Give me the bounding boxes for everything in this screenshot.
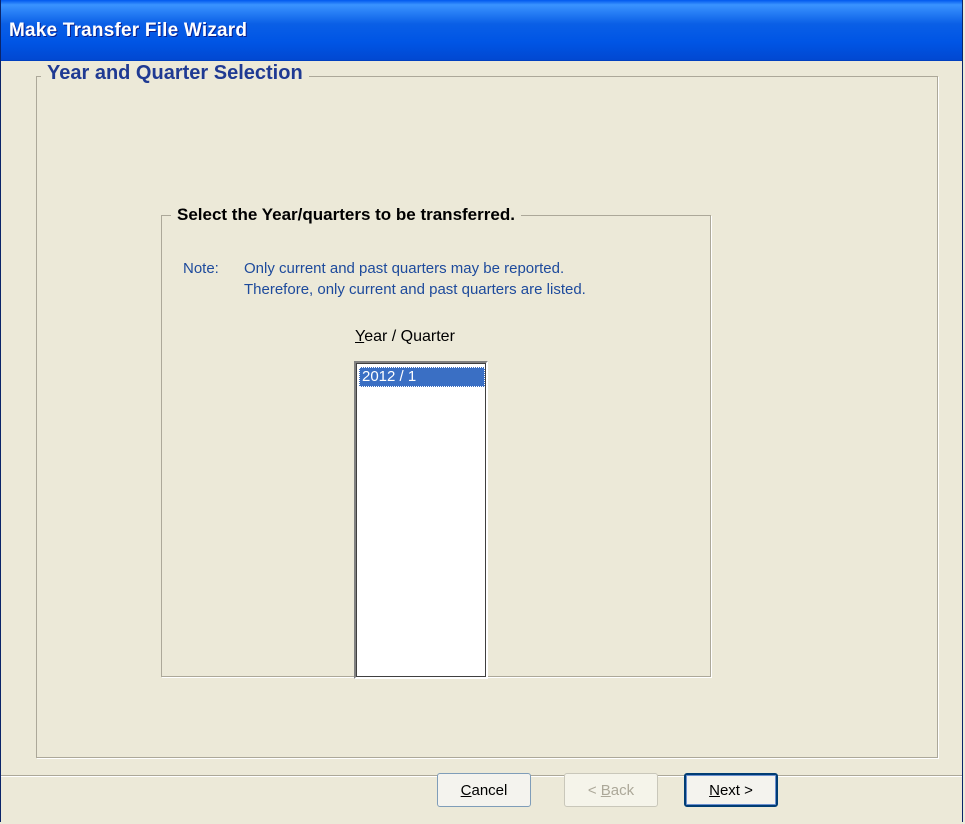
list-label-text: ear / Quarter	[364, 328, 455, 345]
list-item-selected[interactable]: 2012 / 1	[359, 367, 485, 387]
back-button[interactable]: < Back	[564, 773, 658, 807]
note-line-2: Therefore, only current and past quarter…	[244, 281, 586, 298]
note-line-1: Only current and past quarters may be re…	[244, 260, 565, 277]
window-title: Make Transfer File Wizard	[9, 20, 248, 41]
next-button[interactable]: Next >	[684, 773, 778, 807]
note-label: Note:	[183, 260, 219, 277]
next-mnemonic: N	[709, 781, 720, 799]
title-bar[interactable]: Make Transfer File Wizard	[1, 0, 962, 61]
year-quarter-list-label: Year / Quarter	[355, 328, 455, 346]
wizard-window: Make Transfer File Wizard Year and Quart…	[0, 0, 963, 822]
outer-group-legend: Year and Quarter Selection	[41, 62, 309, 85]
next-label: ext >	[719, 781, 753, 799]
list-label-mnemonic: Y	[355, 328, 365, 345]
back-mnemonic: B	[600, 781, 611, 799]
cancel-mnemonic: C	[460, 781, 472, 799]
year-quarter-listbox[interactable]: 2012 / 1	[354, 361, 488, 679]
back-label: ack	[610, 781, 635, 799]
inner-group-legend: Select the Year/quarters to be transferr…	[171, 205, 521, 225]
cancel-label: ancel	[471, 781, 508, 799]
back-prefix: <	[587, 781, 601, 799]
cancel-button[interactable]: Cancel	[437, 773, 531, 807]
